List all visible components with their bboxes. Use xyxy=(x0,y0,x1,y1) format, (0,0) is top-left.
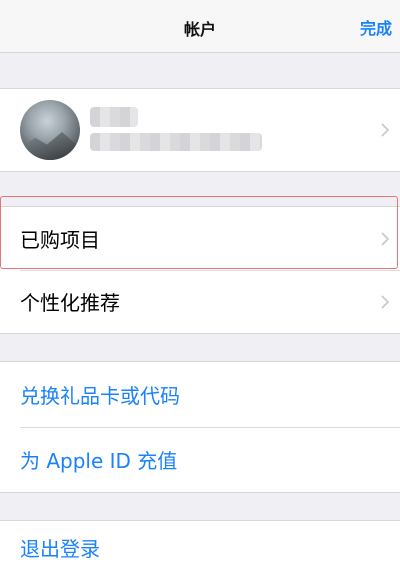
chevron-right-icon xyxy=(381,123,390,137)
personalized-recommendations-label: 个性化推荐 xyxy=(20,291,120,315)
navigation-bar: 帐户 完成 xyxy=(0,0,400,53)
profile-row[interactable] xyxy=(0,89,400,171)
add-funds-row[interactable]: 为 Apple ID 充值 xyxy=(0,427,400,492)
chevron-right-icon xyxy=(381,294,390,309)
blurred-email xyxy=(90,133,262,151)
chevron-right-icon xyxy=(381,231,390,246)
sign-out-row[interactable]: 退出登录 xyxy=(0,521,400,567)
sign-out-label: 退出登录 xyxy=(20,537,100,561)
page-title: 帐户 xyxy=(183,20,216,39)
avatar xyxy=(20,100,80,160)
personalized-recommendations-row[interactable]: 个性化推荐 xyxy=(0,270,400,333)
add-funds-label: 为 Apple ID 充值 xyxy=(20,449,178,473)
redeem-gift-card-row[interactable]: 兑换礼品卡或代码 xyxy=(0,362,400,427)
wallet-group: 兑换礼品卡或代码 为 Apple ID 充值 xyxy=(0,361,400,493)
account-items-group: 已购项目 个性化推荐 xyxy=(0,206,400,334)
blurred-name xyxy=(90,107,138,127)
done-button[interactable]: 完成 xyxy=(360,15,392,39)
purchased-items-label: 已购项目 xyxy=(20,228,100,252)
redeem-gift-card-label: 兑换礼品卡或代码 xyxy=(20,384,180,408)
purchased-items-row[interactable]: 已购项目 xyxy=(0,207,400,270)
profile-group xyxy=(0,88,400,172)
